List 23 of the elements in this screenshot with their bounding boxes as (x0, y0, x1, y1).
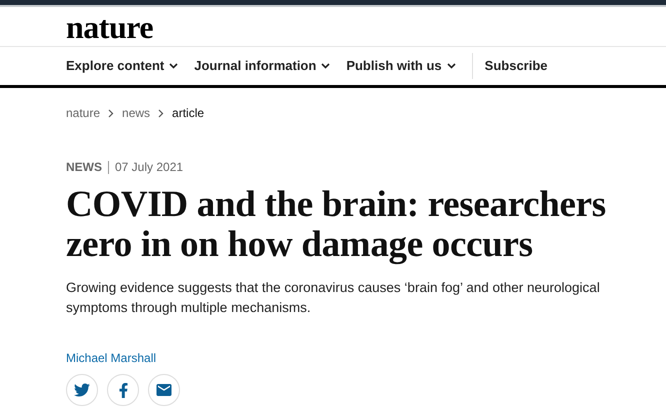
article-summary: Growing evidence suggests that the coronavirus causes ‘brain fog’ and other neurological symptoms through multiple mechanisms. (66, 279, 601, 317)
chevron-down-icon (321, 63, 330, 69)
breadcrumb-link[interactable]: article (172, 104, 204, 122)
chevron-down-icon (169, 63, 178, 69)
breadcrumb-link[interactable]: nature (66, 104, 100, 122)
nav-menu-button[interactable]: Journal information (194, 56, 330, 76)
nav-menu-button[interactable]: Explore content (66, 56, 178, 76)
author-link[interactable]: Michael Marshall (66, 349, 600, 367)
bird-icon (74, 382, 90, 398)
article-type: NEWS (66, 159, 102, 176)
chevron-right-icon (158, 108, 164, 118)
share-button[interactable] (66, 374, 98, 406)
share-button[interactable] (107, 374, 139, 406)
breadcrumb-link[interactable]: news (122, 104, 150, 122)
article-title: COVID and the brain: researchers zero in on how damage occurs (66, 185, 607, 265)
chevron-down-icon (446, 63, 456, 69)
envelope-icon (155, 381, 173, 399)
article-date: 07 July 2021 (115, 159, 184, 176)
nature-logo[interactable]: nature (66, 10, 154, 42)
nav-menu-button[interactable]: Publish with us (346, 56, 456, 76)
subscribe-link[interactable]: Subscribe (484, 56, 548, 76)
share-button[interactable] (148, 374, 180, 406)
chevron-right-icon (108, 108, 114, 118)
